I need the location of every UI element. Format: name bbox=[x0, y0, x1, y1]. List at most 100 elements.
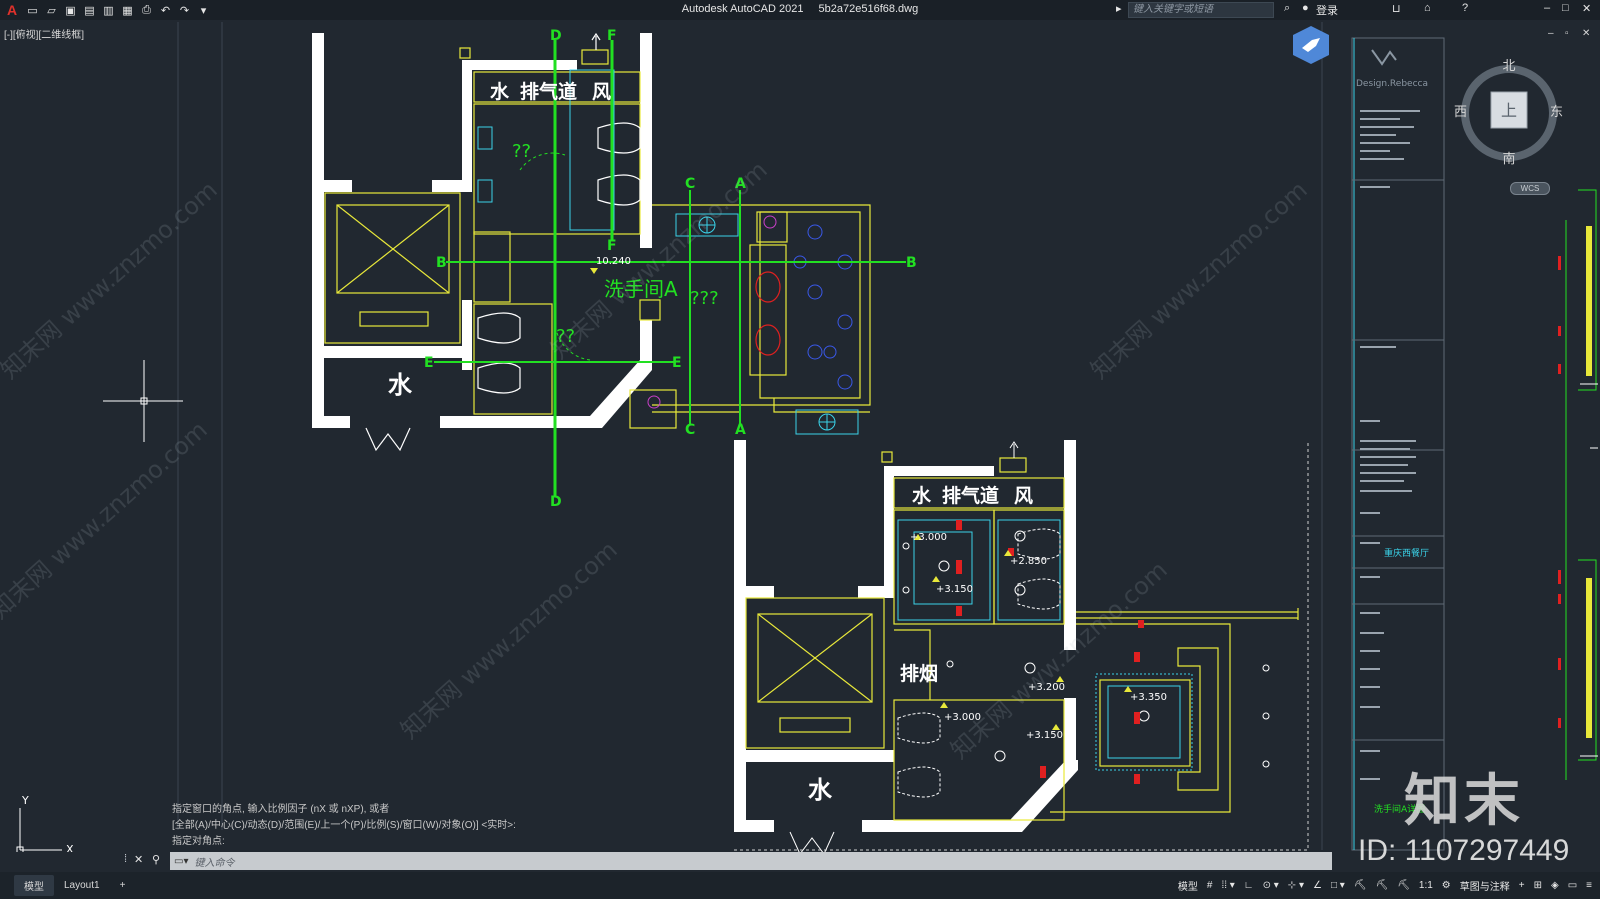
command-line-1: 指定窗口的角点, 输入比例因子 (nX 或 nXP), 或者 bbox=[172, 804, 390, 815]
add-layout-icon[interactable]: + bbox=[110, 877, 136, 894]
close-button[interactable]: ✕ bbox=[1582, 2, 1591, 15]
svg-text:排气道: 排气道 bbox=[520, 80, 577, 103]
svg-text:东: 东 bbox=[1550, 104, 1563, 119]
svg-text:知末网 www.znzmo.com: 知末网 www.znzmo.com bbox=[545, 156, 772, 365]
svg-text:北: 北 bbox=[1502, 58, 1515, 73]
minimize-button[interactable]: – bbox=[1544, 2, 1550, 14]
ortho-icon[interactable]: ∟ bbox=[1244, 880, 1254, 891]
object-snap-icon[interactable]: □ ▾ bbox=[1331, 880, 1345, 891]
quick-access-toolbar: A ▭ ▱ ▣ ▤ ▥ ▦ ⎙ ↶ ↷ ▾ bbox=[0, 0, 210, 20]
svg-text:F: F bbox=[607, 28, 617, 44]
annotation-visibility-icon[interactable]: ⛏ bbox=[1354, 880, 1367, 891]
search-icon[interactable]: ⌕ bbox=[1284, 2, 1290, 15]
autocad-app-icon[interactable]: A bbox=[4, 2, 20, 18]
save-icon[interactable]: ▣ bbox=[64, 4, 77, 17]
viewcube[interactable]: 北 南 西 东 上 bbox=[1454, 58, 1564, 168]
customize-qat-icon[interactable]: ▾ bbox=[197, 4, 210, 17]
svg-text:知末网 www.znzmo.com: 知末网 www.znzmo.com bbox=[1085, 176, 1312, 385]
command-grip-icon[interactable]: ⁞ bbox=[124, 853, 127, 865]
tab-layout1[interactable]: Layout1 bbox=[54, 877, 110, 894]
command-close-icon[interactable]: ✕ bbox=[134, 853, 143, 866]
isodraft-icon[interactable]: ⊹ ▾ bbox=[1288, 880, 1304, 891]
svg-text:D: D bbox=[550, 494, 562, 510]
user-icon[interactable]: ● bbox=[1302, 2, 1309, 14]
save-web-icon[interactable]: ▦ bbox=[121, 4, 134, 17]
save-as-icon[interactable]: ▤ bbox=[83, 4, 96, 17]
svg-text:F: F bbox=[607, 238, 617, 254]
customize-status-icon[interactable]: ≡ bbox=[1586, 880, 1592, 891]
plan-upper: D D F F C C A A B B E E 水 排气道 风 水 洗手间A ?… bbox=[312, 28, 917, 510]
workspace-switch[interactable]: 草图与注释 bbox=[1460, 878, 1510, 893]
model-space-button[interactable]: 模型 bbox=[1178, 878, 1198, 893]
svg-text:+2.850: +2.850 bbox=[1010, 556, 1047, 567]
command-input[interactable]: 键入命令 bbox=[188, 854, 234, 869]
viewport-restore[interactable]: ▫ bbox=[1565, 28, 1569, 39]
viewport-close[interactable]: ✕ bbox=[1582, 28, 1590, 39]
annotation-scale-icon[interactable]: ⛏ bbox=[1397, 880, 1410, 891]
expand-search-icon[interactable]: ▸ bbox=[1116, 2, 1122, 15]
tab-model[interactable]: 模型 bbox=[14, 875, 54, 896]
svg-text:10.240: 10.240 bbox=[596, 256, 631, 267]
maximize-button[interactable]: □ bbox=[1562, 2, 1569, 14]
svg-text:南: 南 bbox=[1502, 151, 1515, 166]
svg-text:+3.000: +3.000 bbox=[910, 532, 947, 543]
undo-icon[interactable]: ↶ bbox=[159, 4, 172, 17]
wcs-menu[interactable]: WCS bbox=[1510, 182, 1550, 195]
svg-text:Y: Y bbox=[21, 794, 29, 807]
redo-icon[interactable]: ↷ bbox=[178, 4, 191, 17]
svg-text:???: ??? bbox=[690, 288, 719, 309]
file-name: 5b2a72e516f68.dwg bbox=[818, 3, 919, 15]
id-watermark: ID: 1107297449 bbox=[1358, 834, 1570, 867]
help-icon[interactable]: ? bbox=[1462, 2, 1468, 14]
command-history: 指定窗口的角点, 输入比例因子 (nX 或 nXP), 或者 [全部(A)/中心… bbox=[172, 802, 516, 850]
svg-text:??: ?? bbox=[512, 141, 531, 162]
logo-watermark: 知末 bbox=[1404, 769, 1524, 832]
svg-text:C: C bbox=[685, 176, 695, 192]
units-icon[interactable]: ⊞ bbox=[1534, 880, 1542, 891]
command-input-bar[interactable]: ▭▾ 键入命令 bbox=[170, 852, 1332, 870]
new-file-icon[interactable]: ▭ bbox=[26, 4, 39, 17]
svg-text:B: B bbox=[436, 255, 447, 271]
svg-text:排烟: 排烟 bbox=[900, 662, 938, 685]
cloud-share-icon[interactable] bbox=[1290, 24, 1332, 66]
svg-text:+3.350: +3.350 bbox=[1130, 692, 1167, 703]
svg-text:排气道: 排气道 bbox=[942, 484, 999, 507]
snap-icon[interactable]: ⁞⁞ ▾ bbox=[1221, 880, 1234, 891]
cart-icon[interactable]: ⊔ bbox=[1392, 2, 1401, 15]
svg-text:水: 水 bbox=[808, 776, 833, 804]
workspace-gear-icon[interactable]: ⚙ bbox=[1442, 880, 1451, 891]
svg-text:风: 风 bbox=[1014, 485, 1033, 507]
svg-text:Design.Rebecca: Design.Rebecca bbox=[1356, 79, 1428, 89]
plan-lower: +3.000 +3.150 +2.850 +3.200 +3.350 +3.00… bbox=[734, 440, 1309, 852]
drawing-canvas[interactable]: Y X D D F F C C A A B B E E 水 排气道 风 水 洗手… bbox=[0, 20, 1600, 852]
ucs-icon: Y X bbox=[16, 794, 74, 852]
command-customize-icon[interactable]: ⚲ bbox=[152, 853, 160, 866]
viewport-minimize[interactable]: – bbox=[1548, 28, 1554, 39]
annotation-scale-value[interactable]: 1:1 bbox=[1419, 880, 1433, 891]
isolate-icon[interactable]: ◈ bbox=[1551, 880, 1559, 891]
svg-text:X: X bbox=[66, 843, 74, 852]
svg-text:水: 水 bbox=[388, 371, 413, 399]
command-recent-icon[interactable]: ▭▾ bbox=[170, 856, 188, 867]
grid-icon[interactable]: # bbox=[1207, 880, 1213, 891]
annotation-scale-auto-icon[interactable]: ⛏ bbox=[1375, 880, 1388, 891]
fullscreen-icon[interactable]: ▭ bbox=[1568, 880, 1577, 891]
open-web-icon[interactable]: ▥ bbox=[102, 4, 115, 17]
title-bar: A ▭ ▱ ▣ ▤ ▥ ▦ ⎙ ↶ ↷ ▾ Autodesk AutoCAD 2… bbox=[0, 0, 1600, 20]
command-line-3: 指定对角点: bbox=[172, 836, 225, 847]
login-button[interactable]: 登录 bbox=[1316, 2, 1338, 18]
svg-text:知末网 www.znzmo.com: 知末网 www.znzmo.com bbox=[395, 536, 622, 745]
plot-icon[interactable]: ⎙ bbox=[140, 4, 153, 17]
svg-text:C: C bbox=[685, 422, 695, 438]
svg-text:风: 风 bbox=[592, 81, 611, 103]
site-watermarks: 知末网 www.znzmo.com 知末网 www.znzmo.com 知末网 … bbox=[0, 156, 1313, 765]
svg-text:知末网 www.znzmo.com: 知末网 www.znzmo.com bbox=[0, 416, 213, 625]
open-file-icon[interactable]: ▱ bbox=[45, 4, 58, 17]
polar-icon[interactable]: ⊙ ▾ bbox=[1263, 880, 1279, 891]
search-input[interactable]: 键入关键字或短语 bbox=[1128, 2, 1274, 18]
osnap-icon[interactable]: ∠ bbox=[1313, 880, 1322, 891]
a360-icon[interactable]: ⌂ bbox=[1424, 2, 1431, 14]
command-line-2: [全部(A)/中心(C)/动态(D)/范围(E)/上一个(P)/比例(S)/窗口… bbox=[172, 820, 516, 831]
svg-text:+3.150: +3.150 bbox=[936, 584, 973, 595]
plus-icon[interactable]: + bbox=[1519, 880, 1525, 891]
